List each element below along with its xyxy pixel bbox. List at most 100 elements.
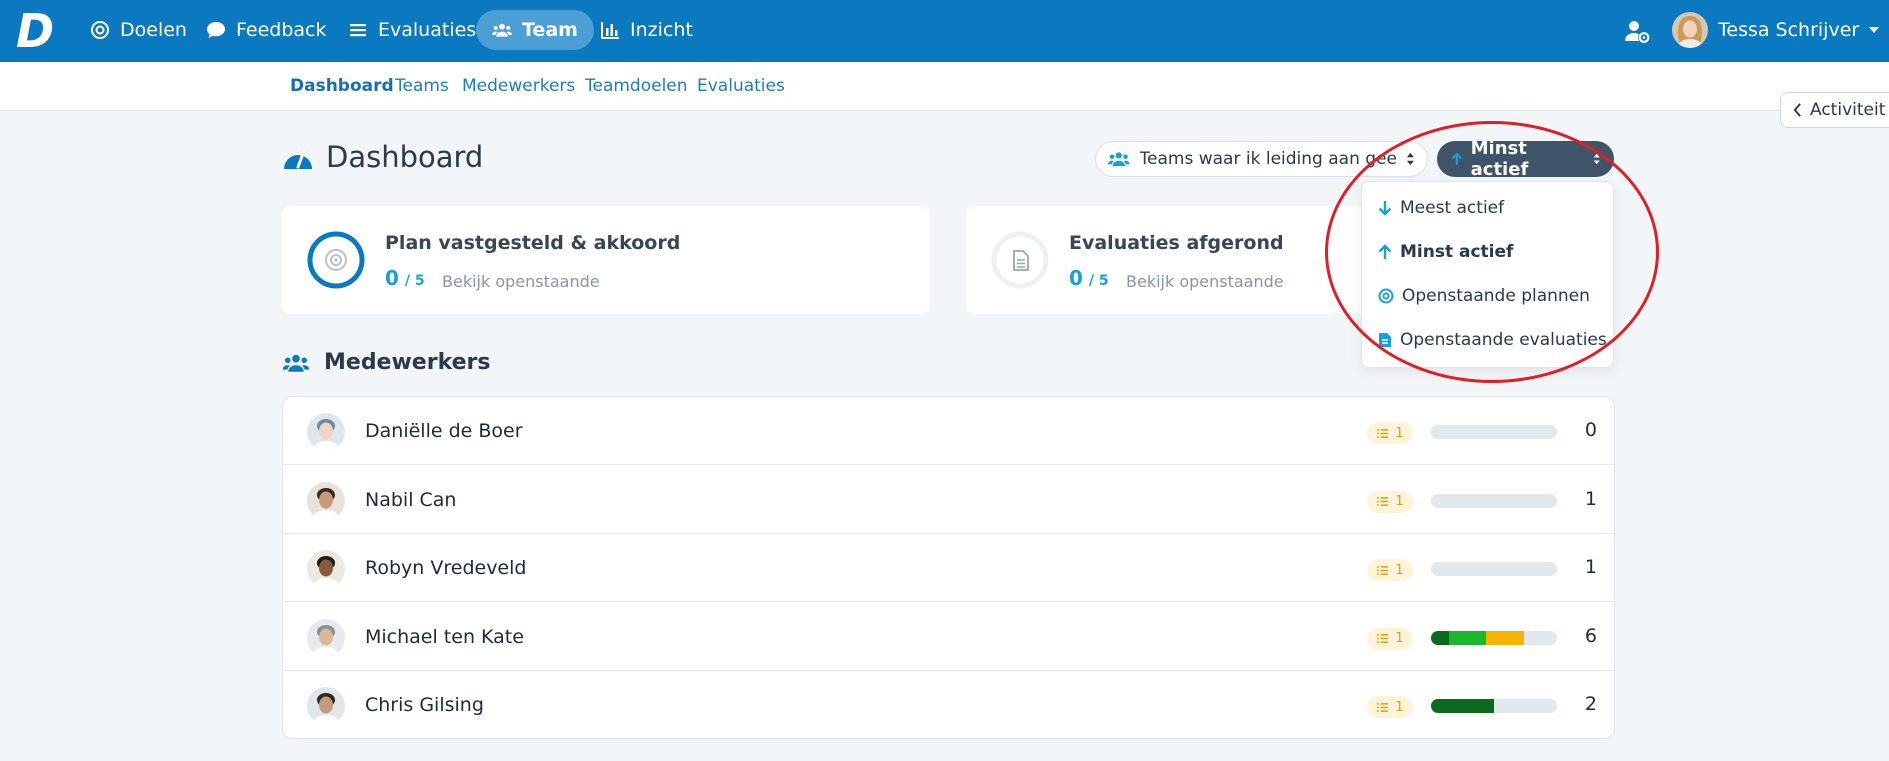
progress-ring [307,231,365,289]
arrow-up-icon [1451,152,1463,165]
table-row[interactable]: Chris Gilsing 1 2 [283,671,1614,738]
sort-arrows-icon [1407,152,1415,166]
employees-heading-text: Medewerkers [324,350,491,375]
plan-status-card: Plan vastgesteld & akkoord 0/ 5 Bekijk o… [282,206,930,314]
activity-bar-segment [1431,699,1494,713]
activity-score: 6 [1584,624,1597,647]
nav-feedback[interactable]: Feedback [190,10,342,50]
subnav-dashboard[interactable]: Dashboard [290,76,394,96]
employee-list: Daniëlle de Boer 1 0 Nabil Can 1 1 Robyn Vrede… [282,396,1615,739]
chart-icon [601,22,619,39]
activity-score: 2 [1584,693,1597,715]
sort-option-meest-actief[interactable]: Meest actief [1378,198,1504,218]
subnav-evaluaties[interactable]: Evaluaties [697,76,785,96]
page-title: Dashboard [282,140,483,174]
target-icon [1378,288,1394,304]
users-icon [492,23,512,37]
subnav-teamdoelen[interactable]: Teamdoelen [585,76,688,96]
activity-bar [1431,630,1557,645]
chat-icon [207,22,225,38]
sort-option-openstaande-evaluaties[interactable]: Openstaande evaluaties [1378,330,1607,350]
goals-badge: 1 [1367,559,1413,581]
activity-bar-segment [1448,630,1487,645]
card-count: 0/ 5 [385,266,425,290]
avatar [307,550,345,588]
nav-doelen[interactable]: Doelen [74,10,203,50]
avatar [307,481,345,520]
subnav-medewerkers[interactable]: Medewerkers [462,76,575,96]
employee-name: Michael ten Kate [365,625,524,648]
list-icon [350,24,366,37]
activity-bar [1431,562,1557,576]
avatar [307,413,345,451]
nav-doelen-label: Doelen [120,19,187,41]
activity-tab-label: Activiteit [1810,100,1886,120]
nav-evaluaties[interactable]: Evaluaties [332,10,492,50]
activity-bar [1431,493,1557,508]
nav-team[interactable]: Team [476,10,594,50]
arrow-up-icon [1378,244,1392,259]
sub-navbar: Dashboard Teams Medewerkers Teamdoelen E… [0,62,1889,111]
card-title: Evaluaties afgerond [1069,232,1284,254]
view-open-link[interactable]: Bekijk openstaande [1126,272,1284,291]
nav-inzicht[interactable]: Inzicht [584,10,709,50]
sort-select[interactable]: Minst actief [1437,138,1614,180]
sort-option-openstaande-plannen[interactable]: Openstaande plannen [1378,286,1590,306]
activity-bar [1431,425,1557,439]
sort-dropdown-menu: Meest actief Minst actief Openstaande pl… [1361,181,1614,368]
checklist-icon [1377,497,1389,506]
table-row[interactable]: Robyn Vredeveld 1 1 [283,534,1614,602]
user-avatar [1672,12,1708,48]
employee-name: Daniëlle de Boer [365,420,523,442]
nav-team-label: Team [522,19,578,41]
table-row[interactable]: Daniëlle de Boer 1 0 [283,397,1614,465]
caret-down-icon [1869,27,1880,33]
table-row[interactable]: Nabil Can 1 1 [283,466,1614,534]
checklist-icon [1377,565,1389,575]
view-open-link[interactable]: Bekijk openstaande [442,272,600,291]
sort-option-minst-actief[interactable]: Minst actief [1378,242,1513,262]
document-icon [1379,333,1391,347]
user-name: Tessa Schrijver [1718,19,1860,41]
nav-evaluaties-label: Evaluaties [378,19,477,41]
document-icon [991,231,1049,289]
avatar [307,687,345,725]
gauge-icon [284,149,312,169]
employee-name: Robyn Vredeveld [365,557,527,579]
nav-inzicht-label: Inzicht [630,19,693,41]
activity-score: 1 [1584,487,1597,510]
users-icon [282,354,310,372]
sort-select-value: Minst actief [1470,138,1529,180]
activity-bar [1431,699,1557,713]
subnav-teams[interactable]: Teams [395,76,449,96]
card-title: Plan vastgesteld & akkoord [385,232,681,254]
app-logo[interactable]: D [16,8,60,54]
page-title-text: Dashboard [326,140,484,174]
checklist-icon [1377,634,1389,643]
employee-name: Nabil Can [365,488,457,511]
checklist-icon [1377,428,1389,438]
team-filter-value: Teams waar ik leiding aan geef [1139,149,1397,169]
team-filter-select[interactable]: Teams waar ik leiding aan geef [1095,141,1428,177]
card-count: 0/ 5 [1069,266,1109,290]
activity-score: 0 [1584,419,1597,441]
nav-feedback-label: Feedback [236,19,327,41]
chevron-left-icon [1793,103,1801,117]
table-row[interactable]: Michael ten Kate 1 6 [283,603,1614,671]
user-menu[interactable]: Tessa Schrijver [1672,12,1880,48]
arrow-down-icon [1378,201,1392,216]
goals-badge: 1 [1367,422,1413,444]
users-icon [1108,152,1130,167]
avatar [307,618,345,657]
employees-heading: Medewerkers [282,350,490,375]
goals-badge: 1 [1367,627,1413,650]
goals-badge: 1 [1367,490,1413,513]
activity-score: 1 [1584,556,1597,578]
top-navbar: D Doelen Feedback Evaluaties Team Inzich… [0,0,1889,62]
user-settings-icon[interactable] [1624,18,1650,44]
activity-bar-segment [1486,630,1525,645]
checklist-icon [1377,702,1389,712]
target-icon [91,21,109,39]
activity-panel-toggle[interactable]: Activiteit [1780,92,1889,128]
goals-badge: 1 [1367,696,1413,718]
